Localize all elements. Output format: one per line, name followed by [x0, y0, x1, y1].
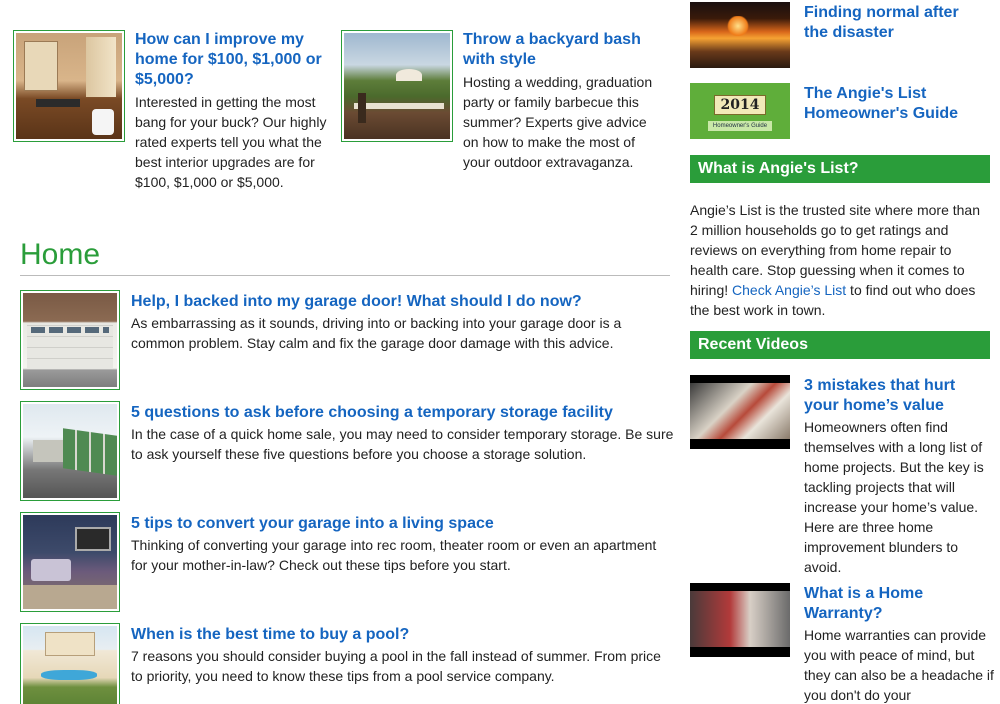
sidebar-item-disaster: Finding normal after the disaster [690, 0, 990, 70]
video-title[interactable]: What is a Home Warranty? [804, 584, 984, 624]
check-angies-list-link[interactable]: Check Angie’s List [732, 282, 846, 298]
feature-title[interactable]: Throw a backyard bash with style [463, 30, 663, 70]
fire-photo[interactable] [690, 2, 790, 68]
about-text: Angie’s List is the trusted site where m… [690, 200, 990, 320]
video-item-home-value-mistakes: 3 mistakes that hurt your home’s value H… [690, 375, 990, 575]
guide-banner: Homeowner's Guide [708, 121, 772, 131]
feature-description: Interested in getting the most bang for … [135, 94, 327, 190]
video-description: Home warranties can provide you with pea… [804, 627, 994, 703]
sidebar-item-title[interactable]: Finding normal after the disaster [804, 3, 984, 43]
article-title[interactable]: 5 questions to ask before choosing a tem… [131, 403, 613, 423]
article-storage-facility: 5 questions to ask before choosing a tem… [20, 401, 673, 501]
garage-door-photo[interactable] [20, 290, 120, 390]
converted-garage-photo[interactable] [20, 512, 120, 612]
article-title[interactable]: When is the best time to buy a pool? [131, 625, 409, 645]
section-heading-home: Home [20, 238, 101, 271]
video-item-home-warranty: What is a Home Warranty? Home warranties… [690, 583, 994, 704]
article-description: In the case of a quick home sale, you ma… [131, 426, 674, 462]
video-thumbnail[interactable] [690, 375, 790, 449]
video-description: Homeowners often find themselves with a … [804, 419, 984, 575]
about-heading: What is Angie's List? [690, 155, 990, 183]
sidebar-item-homeowners-guide: 2014 Homeowner's Guide The Angie's List … [690, 82, 990, 140]
video-thumbnail[interactable] [690, 583, 790, 657]
article-garage-living-space: 5 tips to convert your garage into a liv… [20, 512, 670, 612]
article-description: Thinking of converting your garage into … [131, 537, 657, 573]
article-description: As embarrassing as it sounds, driving in… [131, 315, 622, 351]
guide-year-plaque: 2014 [714, 95, 766, 115]
feature-title[interactable]: How can I improve my home for $100, $1,0… [135, 30, 335, 90]
feature-backyard-bash: Throw a backyard bash with style Hosting… [341, 30, 661, 200]
recent-videos-heading: Recent Videos [690, 331, 990, 359]
section-divider [20, 275, 670, 276]
bathroom-photo[interactable] [13, 30, 125, 142]
article-description: 7 reasons you should consider buying a p… [131, 648, 661, 684]
article-garage-door: Help, I backed into my garage door! What… [20, 290, 670, 390]
feature-improve-home: How can I improve my home for $100, $1,0… [13, 30, 333, 200]
feature-description: Hosting a wedding, graduation party or f… [463, 74, 653, 170]
homeowners-guide-photo[interactable]: 2014 Homeowner's Guide [690, 83, 790, 139]
article-title[interactable]: Help, I backed into my garage door! What… [131, 292, 582, 312]
video-title[interactable]: 3 mistakes that hurt your home’s value [804, 376, 984, 416]
backyard-pool-photo[interactable] [20, 623, 120, 704]
article-title[interactable]: 5 tips to convert your garage into a liv… [131, 514, 494, 534]
storage-units-photo[interactable] [20, 401, 120, 501]
article-buy-pool: When is the best time to buy a pool? 7 r… [20, 623, 670, 704]
sidebar-item-title[interactable]: The Angie's List Homeowner's Guide [804, 84, 984, 124]
backyard-deck-photo[interactable] [341, 30, 453, 142]
